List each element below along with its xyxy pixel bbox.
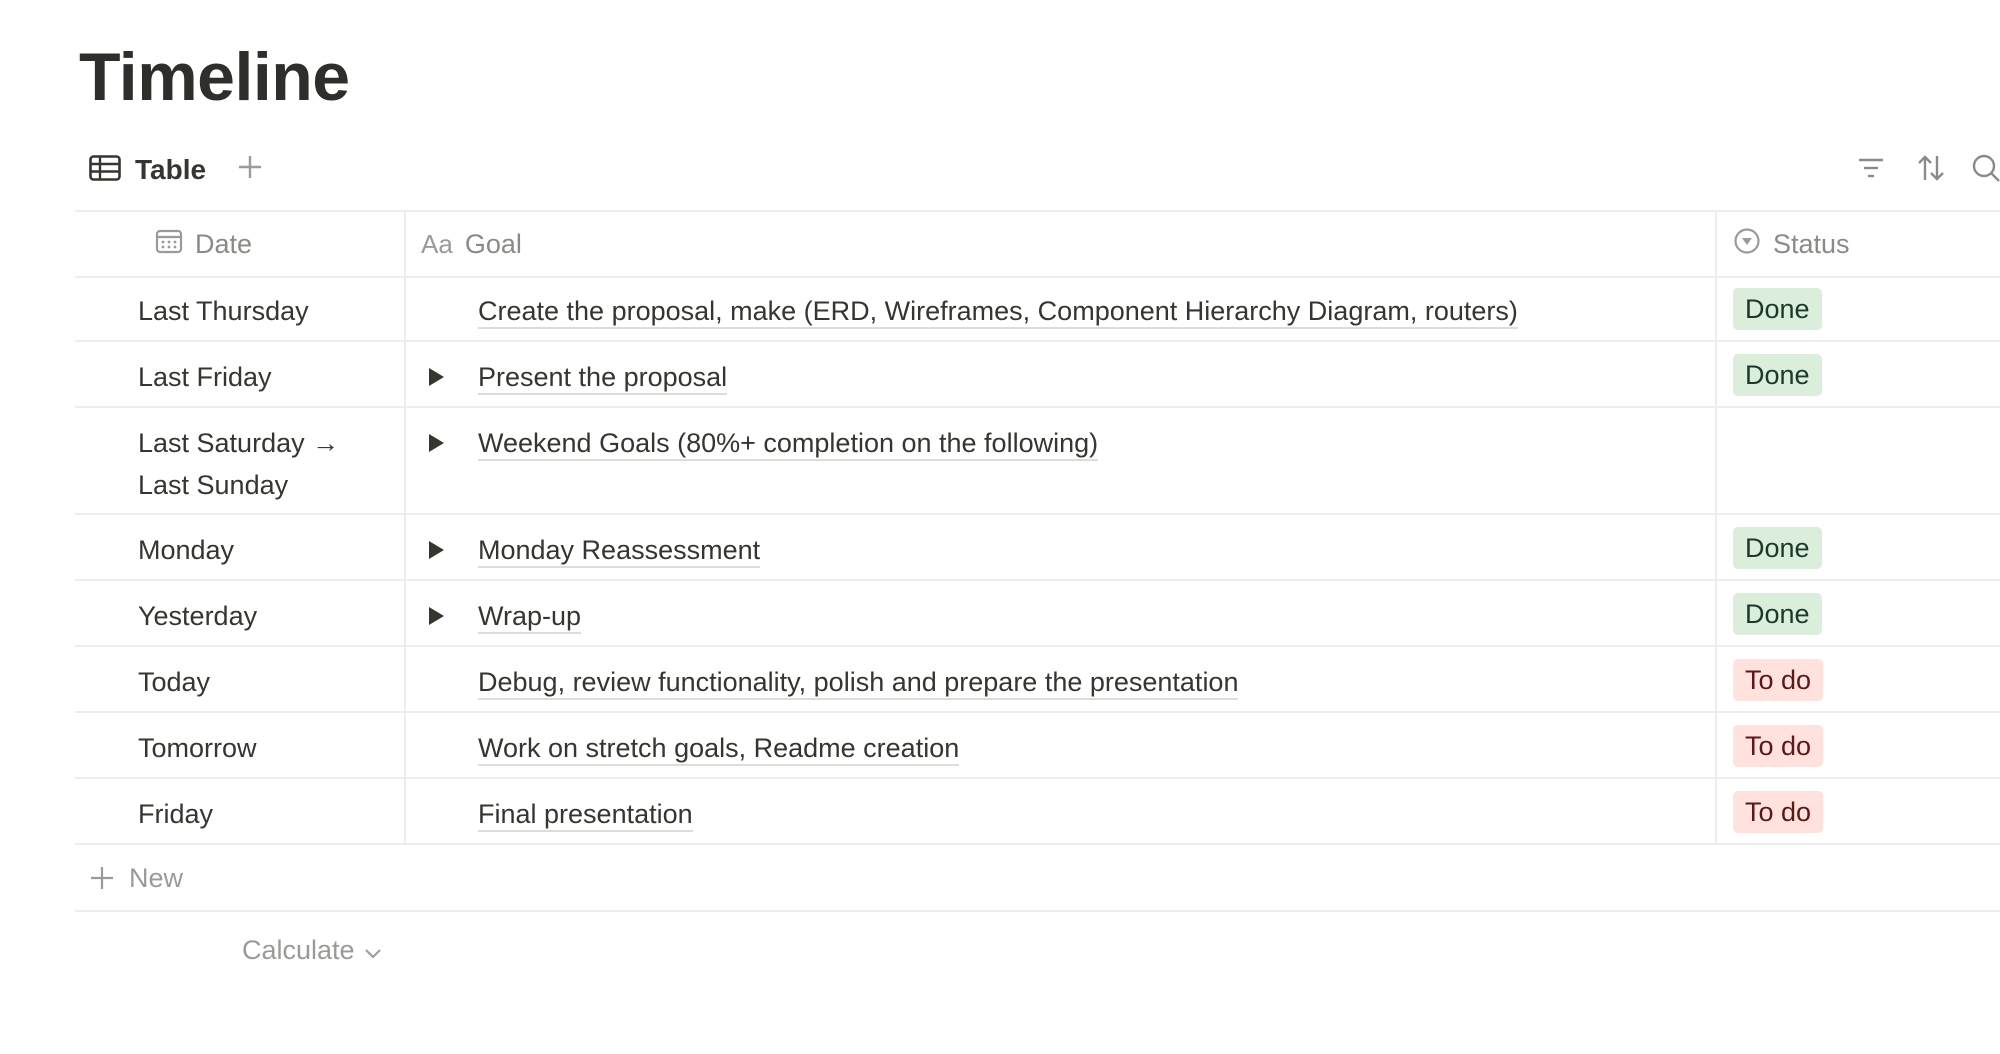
toggle-triangle-icon[interactable] <box>423 537 449 563</box>
date-cell[interactable]: Last Saturday → Last Sunday <box>138 422 339 506</box>
table-row[interactable]: Friday Final presentation To do <box>75 779 2000 845</box>
status-badge[interactable]: To do <box>1733 659 1824 701</box>
tab-table[interactable]: Table <box>89 145 206 195</box>
goal-cell[interactable]: Debug, review functionality, polish and … <box>478 661 1239 703</box>
column-divider <box>1715 779 1717 843</box>
goal-link[interactable]: Monday Reassessment <box>478 535 761 568</box>
column-divider <box>404 408 406 513</box>
date-cell[interactable]: Friday <box>138 793 213 835</box>
column-divider <box>404 212 406 276</box>
table-row[interactable]: Last Friday Present the proposal Done <box>75 342 2000 408</box>
new-row-button[interactable]: New <box>75 846 2000 912</box>
column-header-label: Date <box>195 228 253 259</box>
toggle-triangle-icon[interactable] <box>423 430 449 456</box>
date-cell[interactable]: Yesterday <box>138 595 257 637</box>
column-divider <box>1715 342 1717 406</box>
status-badge[interactable]: Done <box>1733 593 1822 635</box>
status-badge[interactable]: Done <box>1733 527 1822 569</box>
goal-cell[interactable]: Final presentation <box>478 793 693 835</box>
plus-icon <box>237 154 263 185</box>
status-badge[interactable]: Done <box>1733 354 1822 396</box>
date-cell[interactable]: Tomorrow <box>138 727 257 769</box>
goal-cell[interactable]: Wrap-up <box>478 595 582 637</box>
page-title: Timeline <box>79 39 350 115</box>
goal-cell[interactable]: Monday Reassessment <box>478 529 761 571</box>
date-cell[interactable]: Monday <box>138 529 234 571</box>
table-row[interactable]: Last Thursday Create the proposal, make (… <box>75 276 2000 342</box>
date-text-end: Last Sunday <box>138 470 289 500</box>
table-header: Date Aa Goal Status <box>75 210 2000 278</box>
filter-icon <box>1857 156 1885 185</box>
calculate-button[interactable]: Calculate <box>242 922 381 978</box>
filter-button[interactable] <box>1851 150 1891 190</box>
date-text: Last Saturday → <box>138 428 340 458</box>
view-bar: Table <box>75 145 2000 195</box>
column-divider <box>404 779 406 843</box>
column-divider <box>1715 713 1717 777</box>
date-cell[interactable]: Today <box>138 661 210 703</box>
goal-cell[interactable]: Weekend Goals (80%+ completion on the fo… <box>478 422 1099 464</box>
column-divider <box>404 276 406 340</box>
search-button[interactable] <box>1971 150 2000 190</box>
table-row[interactable]: Last Saturday → Last Sunday Weekend Goals … <box>75 408 2000 515</box>
status-icon <box>1733 227 1761 262</box>
column-divider <box>404 581 406 645</box>
column-divider <box>1715 647 1717 711</box>
date-text: Last Friday <box>138 362 272 392</box>
title-aa-icon: Aa <box>421 228 453 259</box>
toggle-triangle-icon[interactable] <box>423 603 449 629</box>
date-text: Last Thursday <box>138 296 309 326</box>
goal-cell[interactable]: Create the proposal, make (ERD, Wirefram… <box>478 290 1518 332</box>
goal-link[interactable]: Present the proposal <box>478 362 728 395</box>
date-text: Friday <box>138 799 214 829</box>
table-row[interactable]: Today Debug, review functionality, polish… <box>75 647 2000 713</box>
plus-icon <box>87 863 117 893</box>
table-row[interactable]: Tomorrow Work on stretch goals, Readme cr… <box>75 713 2000 779</box>
status-badge[interactable]: Done <box>1733 288 1822 330</box>
add-view-button[interactable] <box>230 149 270 189</box>
date-text: Monday <box>138 535 235 565</box>
goal-cell[interactable]: Present the proposal <box>478 356 728 398</box>
chevron-down-icon <box>364 935 381 966</box>
column-header-label: Status <box>1773 228 1850 259</box>
goal-link[interactable]: Debug, review functionality, polish and … <box>478 667 1239 700</box>
calendar-icon <box>155 227 183 262</box>
new-row-label: New <box>129 862 184 893</box>
column-header-date[interactable]: Date <box>155 212 252 276</box>
tab-table-label: Table <box>135 154 207 185</box>
date-cell[interactable]: Last Thursday <box>138 290 309 332</box>
goal-link[interactable]: Weekend Goals (80%+ completion on the fo… <box>478 428 1099 461</box>
goal-link[interactable]: Final presentation <box>478 799 693 832</box>
table-icon <box>89 154 121 186</box>
sort-button[interactable] <box>1911 150 1951 190</box>
goal-link[interactable]: Work on stretch goals, Readme creation <box>478 733 960 766</box>
column-header-goal[interactable]: Aa Goal <box>421 212 522 276</box>
status-badge[interactable]: To do <box>1733 791 1824 833</box>
calculate-label: Calculate <box>242 934 355 965</box>
column-divider <box>1715 581 1717 645</box>
column-divider <box>404 713 406 777</box>
toggle-triangle-icon[interactable] <box>423 364 449 390</box>
date-text: Tomorrow <box>138 733 257 763</box>
column-divider <box>404 515 406 579</box>
status-cell-empty[interactable] <box>1717 408 1997 513</box>
column-header-label: Goal <box>464 228 522 259</box>
table-row[interactable]: Yesterday Wrap-up Done <box>75 581 2000 647</box>
column-divider <box>404 647 406 711</box>
search-icon <box>1971 153 2000 188</box>
column-divider <box>1715 212 1717 276</box>
table-row[interactable]: Monday Monday Reassessment Done <box>75 515 2000 581</box>
goal-link[interactable]: Create the proposal, make (ERD, Wirefram… <box>478 296 1518 329</box>
status-badge[interactable]: To do <box>1733 725 1824 767</box>
goal-cell[interactable]: Work on stretch goals, Readme creation <box>478 727 960 769</box>
column-divider <box>404 342 406 406</box>
goal-link[interactable]: Wrap-up <box>478 601 582 634</box>
date-text: Today <box>138 667 211 697</box>
sort-icon <box>1916 153 1946 188</box>
column-header-status[interactable]: Status <box>1733 212 1850 276</box>
date-cell[interactable]: Last Friday <box>138 356 272 398</box>
column-divider <box>1715 276 1717 340</box>
column-divider <box>1715 515 1717 579</box>
date-text: Yesterday <box>138 601 258 631</box>
